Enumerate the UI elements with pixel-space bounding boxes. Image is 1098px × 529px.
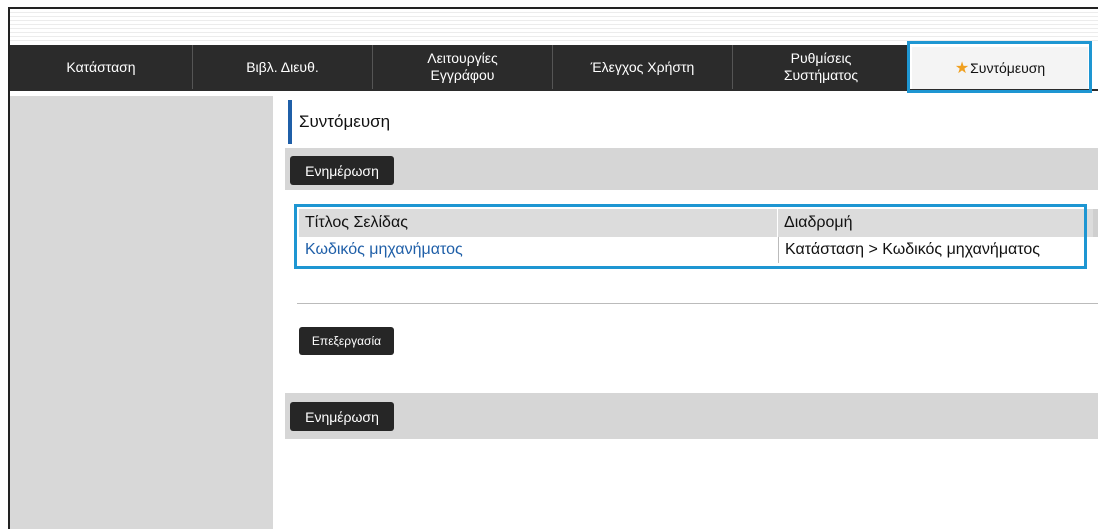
tab-label-line1: Λειτουργίες <box>427 50 498 66</box>
column-header-path: Διαδρομή <box>784 214 853 231</box>
tab-label-line1: Ρυθμίσεις <box>790 50 852 66</box>
tab-address-book[interactable]: Βιβλ. Διευθ. <box>193 45 373 89</box>
table-row: Κωδικός μηχανήματος Κατάσταση > Κωδικός … <box>299 237 1098 263</box>
tab-label: Έλεγχος Χρήστη <box>590 58 695 75</box>
shortcut-table: Τίτλος Σελίδας Διαδρομή Κωδικός μηχανήμα… <box>299 209 1098 265</box>
title-accent-bar <box>288 100 292 144</box>
column-header-title: Τίτλος Σελίδας <box>299 209 778 237</box>
tab-label: Βιβλ. Διευθ. <box>246 58 319 75</box>
star-icon: ★ <box>954 59 970 77</box>
toolbar-bottom: Ενημέρωση <box>285 393 1098 439</box>
tab-label-line2: Εγγράφου <box>430 67 495 83</box>
tab-label-line2: Συστήματος <box>783 67 859 83</box>
page-title-link[interactable]: Κωδικός μηχανήματος <box>299 237 778 263</box>
tab-underline <box>10 89 1098 91</box>
page-title-bar: Συντόμευση <box>285 96 1098 148</box>
tab-label: Κατάσταση <box>66 58 136 75</box>
header-stripes <box>10 9 1098 45</box>
tab-user-control[interactable]: Έλεγχος Χρήστη <box>553 45 733 89</box>
main-content: Συντόμευση Ενημέρωση Τίτλος Σελίδας Διαδ… <box>285 96 1098 529</box>
toolbar-top: Ενημέρωση <box>285 148 1098 190</box>
tab-system-settings[interactable]: Ρυθμίσεις Συστήματος <box>733 45 910 89</box>
update-button-bottom[interactable]: Ενημέρωση <box>290 402 394 431</box>
path-cell: Κατάσταση > Κωδικός μηχανήματος <box>778 237 1078 263</box>
tab-status[interactable]: Κατάσταση <box>10 45 193 89</box>
divider <box>297 303 1098 304</box>
update-button-top[interactable]: Ενημέρωση <box>290 156 394 185</box>
header-edge <box>1093 209 1098 237</box>
app-window: Κατάσταση Βιβλ. Διευθ. Λειτουργίες Εγγρά… <box>8 7 1098 529</box>
tab-document-operations[interactable]: Λειτουργίες Εγγράφου <box>373 45 553 89</box>
sidebar <box>10 96 273 529</box>
tab-label: Συντόμευση <box>970 59 1046 76</box>
main-tab-bar: Κατάσταση Βιβλ. Διευθ. Λειτουργίες Εγγρά… <box>10 43 1098 98</box>
page-title: Συντόμευση <box>299 112 391 131</box>
table-header-row: Τίτλος Σελίδας Διαδρομή <box>299 209 1098 237</box>
tab-shortcut[interactable]: ★ Συντόμευση <box>912 47 1088 89</box>
edit-button[interactable]: Επεξεργασία <box>299 327 394 355</box>
